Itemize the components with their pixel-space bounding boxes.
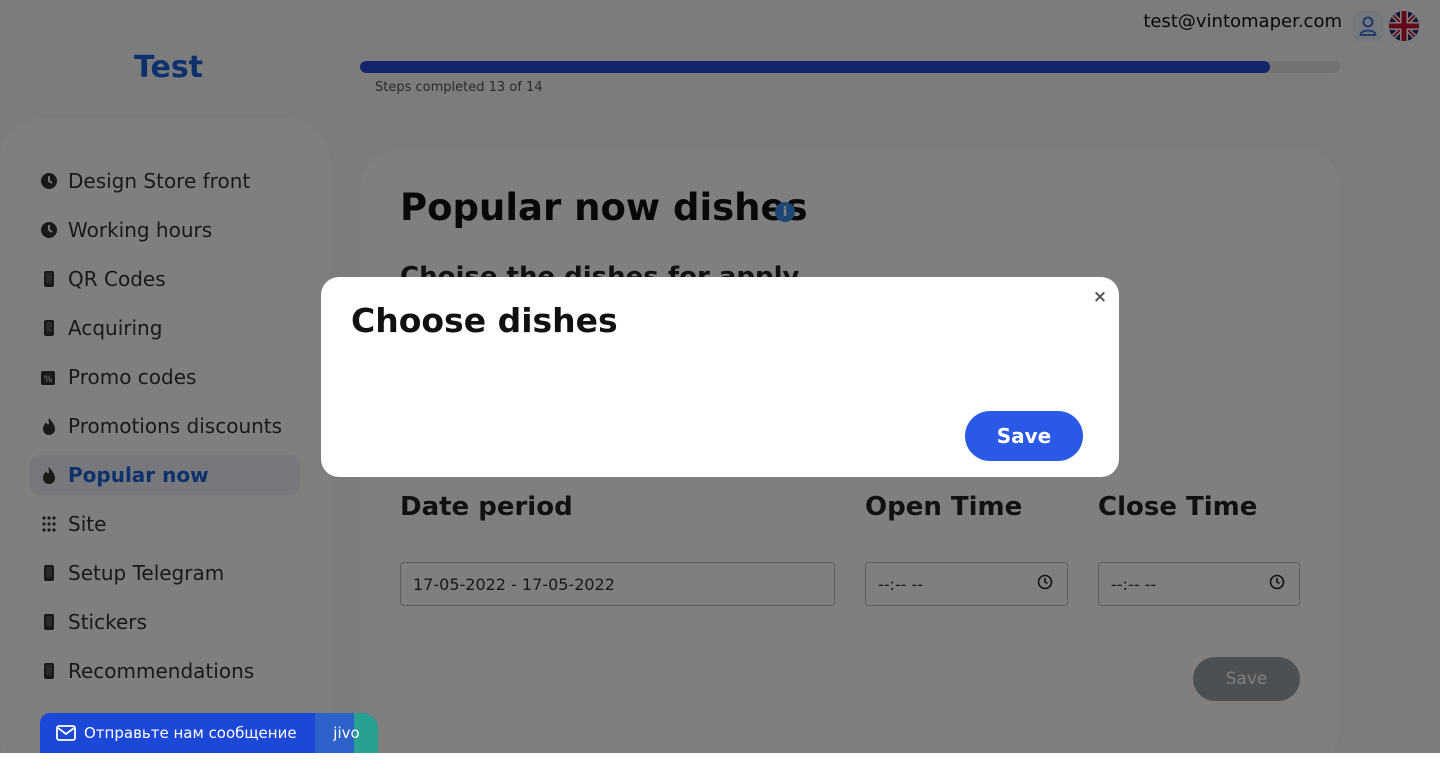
chat-widget[interactable]: Отправьте нам сообщение jivo: [40, 713, 378, 753]
modal-title: Choose dishes: [351, 301, 618, 340]
modal-save-button[interactable]: Save: [965, 411, 1083, 461]
chat-widget-label: Отправьте нам сообщение: [84, 724, 297, 742]
mail-icon: [56, 725, 76, 741]
close-icon[interactable]: ×: [1091, 287, 1109, 307]
jivo-brand-label: jivo: [333, 724, 360, 742]
jivo-logo: jivo: [315, 713, 378, 753]
choose-dishes-modal: Choose dishes × Save: [321, 277, 1119, 477]
